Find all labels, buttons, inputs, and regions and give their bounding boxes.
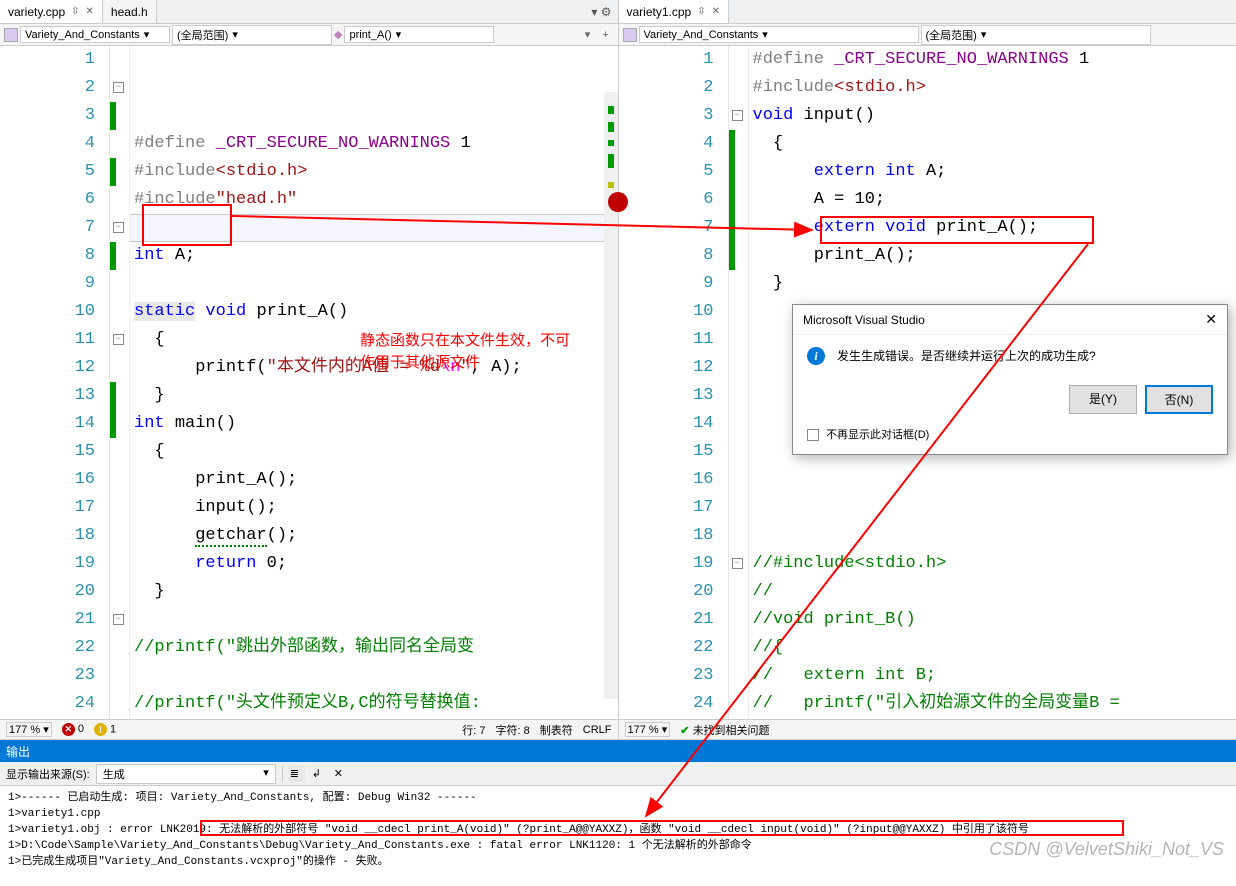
left-code-area[interactable]: 123456789101112131415161718192021222324 … [0, 46, 618, 719]
scroll-map[interactable] [604, 92, 618, 699]
right-status-strip: 177 % ▾ ✔ 未找到相关问题 [619, 719, 1236, 739]
context-dropdown[interactable]: (全局范围)▾ [172, 25, 332, 45]
split-plus-icon[interactable]: + [598, 27, 614, 43]
tabs-indicator: 制表符 [540, 722, 573, 738]
scope-dropdown[interactable]: Variety_And_Constants▾ [20, 26, 170, 43]
close-icon[interactable]: ✕ [86, 6, 94, 17]
dialog-message: 发生生成错误。是否继续并运行上次的成功生成? [837, 347, 1096, 364]
dialog-title: Microsoft Visual Studio [803, 313, 925, 327]
left-tab-bar: variety.cpp ⇳ ✕ head.h ▾ ⚙ [0, 0, 618, 24]
char-indicator: 字符: 8 [496, 722, 530, 738]
output-toolbar: 显示输出来源(S): 生成▾ ≣ ↲ ✕ [0, 762, 1236, 786]
build-error-dialog: Microsoft Visual Studio ✕ i 发生生成错误。是否继续并… [792, 304, 1228, 455]
pin-icon[interactable]: ⇳ [71, 6, 79, 17]
scope-dropdown[interactable]: Variety_And_Constants▾ [639, 26, 919, 43]
output-panel: 输出 显示输出来源(S): 生成▾ ≣ ↲ ✕ 1>------ 已启动生成: … [0, 740, 1236, 886]
right-nav-bar: Variety_And_Constants▾ (全局范围)▾ [619, 24, 1236, 46]
dont-show-label: 不再显示此对话框(D) [826, 429, 929, 441]
output-source-label: 显示输出来源(S): [6, 766, 90, 782]
dialog-close-icon[interactable]: ✕ [1205, 311, 1217, 328]
error-indicator[interactable]: ✕ 0 [62, 723, 84, 736]
gear-icon[interactable]: ▾ ⚙ [591, 5, 611, 19]
crlf-indicator: CRLF [583, 724, 612, 736]
output-source-dropdown[interactable]: 生成▾ [96, 764, 276, 784]
tab-head-h[interactable]: head.h [103, 0, 157, 23]
nav-scope-icon [4, 28, 18, 42]
breakpoint-dot [608, 192, 628, 212]
watermark: CSDN @VelvetShiki_Not_VS [989, 839, 1224, 860]
zoom-indicator[interactable]: 177 % ▾ [6, 722, 52, 737]
warning-indicator[interactable]: ! 1 [94, 723, 116, 736]
line-indicator: 行: 7 [462, 722, 485, 738]
clear-all-icon[interactable]: ✕ [333, 766, 349, 782]
info-icon: i [807, 347, 825, 365]
clear-icon[interactable]: ≣ [289, 766, 305, 782]
nav-scope-icon [623, 28, 637, 42]
tab-variety1-cpp[interactable]: variety1.cpp ⇳ ✕ [619, 0, 729, 23]
right-tab-bar: variety1.cpp ⇳ ✕ [619, 0, 1236, 24]
wrap-icon[interactable]: ↲ [311, 766, 327, 782]
left-nav-bar: Variety_And_Constants▾ (全局范围)▾ ◆ print_A… [0, 24, 618, 46]
zoom-indicator[interactable]: 177 % ▾ [625, 722, 671, 737]
left-status-strip: 177 % ▾ ✕ 0 ! 1 行: 7 字符: 8 制表符 CRLF [0, 719, 618, 739]
output-content[interactable]: 1>------ 已启动生成: 项目: Variety_And_Constant… [0, 786, 1236, 886]
tab-label: head.h [111, 5, 148, 19]
tab-variety-cpp[interactable]: variety.cpp ⇳ ✕ [0, 0, 103, 23]
output-header: 输出 [0, 740, 1236, 762]
annotation-text: 静态函数只在本文件生效，不可 作用于其他源文件 [360, 330, 570, 374]
close-icon[interactable]: ✕ [712, 6, 720, 17]
function-dropdown[interactable]: print_A()▾ [344, 26, 494, 43]
no-button[interactable]: 否(N) [1145, 385, 1213, 414]
dont-show-checkbox[interactable] [807, 429, 819, 441]
split-down-icon[interactable]: ▾ [580, 27, 596, 43]
context-dropdown[interactable]: (全局范围)▾ [921, 25, 1151, 45]
pin-icon[interactable]: ⇳ [697, 6, 705, 17]
yes-button[interactable]: 是(Y) [1069, 385, 1137, 414]
tab-label: variety.cpp [8, 5, 65, 19]
tab-label: variety1.cpp [627, 5, 692, 19]
issues-indicator: ✔ 未找到相关问题 [680, 722, 769, 738]
